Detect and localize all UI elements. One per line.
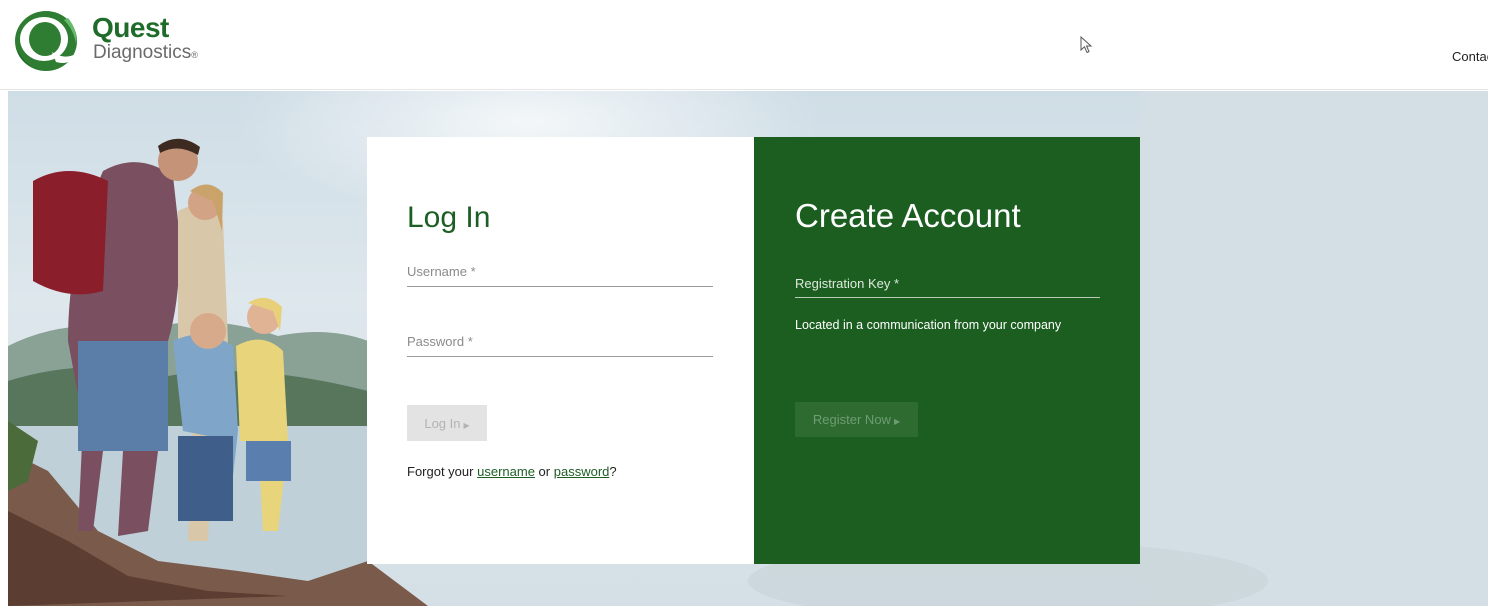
register-now-button[interactable]: Register Now ▶ — [795, 402, 918, 437]
registered-mark: ® — [191, 50, 198, 60]
contact-link[interactable]: Contact — [1452, 49, 1488, 64]
username-label: Username * — [407, 264, 476, 279]
registration-key-hint: Located in a communication from your com… — [795, 318, 1062, 332]
forgot-or: or — [538, 464, 551, 479]
forgot-suffix: ? — [609, 464, 617, 479]
password-underline — [407, 356, 713, 357]
logo-subtitle: Diagnostics® — [93, 43, 198, 63]
quest-diagnostics-logo[interactable]: Quest Diagnostics® — [12, 6, 242, 74]
forgot-credentials-text: Forgot your username or password? — [407, 464, 617, 479]
username-field[interactable]: Username * — [407, 264, 713, 287]
site-header: Quest Diagnostics® Contact — [0, 0, 1488, 90]
forgot-username-link[interactable]: username — [477, 464, 535, 479]
password-label: Password * — [407, 334, 473, 349]
logo-wordmark: Quest — [92, 12, 169, 43]
login-panel: Log In Username * Password * Log In ▶ For… — [367, 137, 754, 564]
caret-right-icon: ▶ — [463, 420, 470, 430]
forgot-prefix: Forgot your — [407, 464, 474, 479]
registration-key-underline — [795, 297, 1100, 298]
create-account-title: Create Account — [795, 197, 1021, 234]
forgot-password-link[interactable]: password — [554, 464, 610, 479]
registration-key-label: Registration Key * — [795, 276, 900, 291]
login-title: Log In — [407, 201, 491, 234]
quest-q-logo-icon — [15, 11, 77, 71]
logo-subtitle-text: Diagnostics — [93, 42, 192, 63]
log-in-button[interactable]: Log In ▶ — [407, 405, 487, 441]
registration-key-field[interactable]: Registration Key * — [795, 276, 1100, 298]
register-now-button-label: Register Now — [812, 412, 891, 427]
password-field[interactable]: Password * — [407, 334, 713, 357]
mouse-pointer-icon — [1080, 36, 1093, 54]
caret-right-icon: ▶ — [893, 417, 901, 426]
create-account-panel: Create Account Registration Key * Locate… — [754, 137, 1140, 564]
username-underline — [407, 286, 713, 287]
log-in-button-label: Log In — [424, 415, 461, 431]
